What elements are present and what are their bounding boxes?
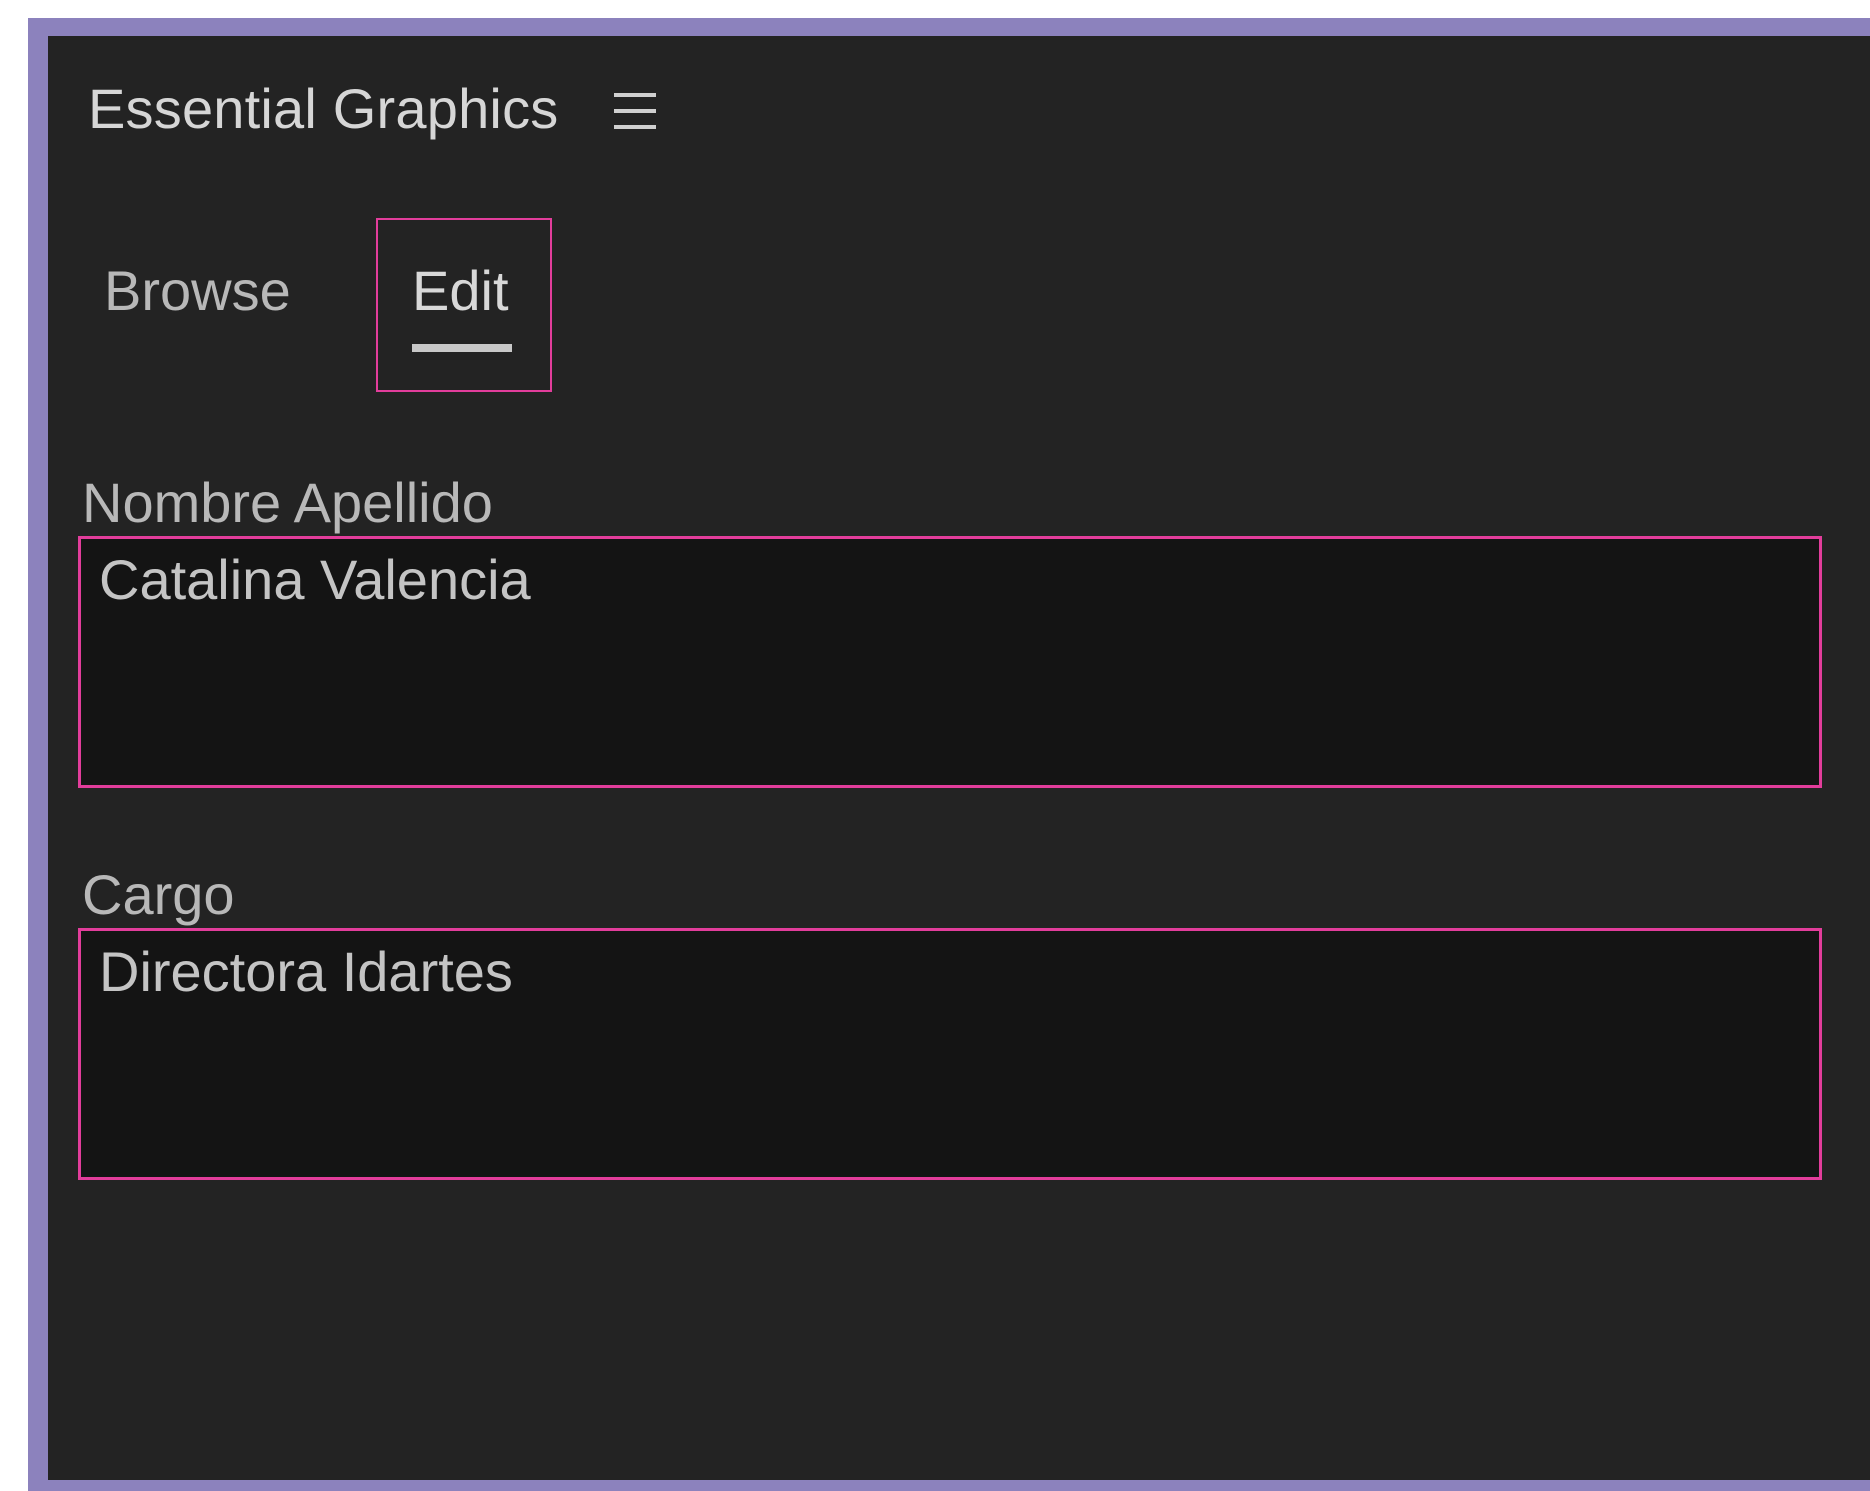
nombre-apellido-value: Catalina Valencia <box>99 548 531 611</box>
tab-edit[interactable]: Edit <box>376 218 552 392</box>
essential-graphics-panel: Essential Graphics Browse Edit Nombre Ap… <box>48 36 1870 1480</box>
cargo-value: Directora Idartes <box>99 940 513 1003</box>
nombre-apellido-field[interactable]: Catalina Valencia <box>78 536 1822 788</box>
hamburger-menu-icon[interactable] <box>614 91 658 131</box>
tab-edit-label: Edit <box>412 259 509 322</box>
tab-browse[interactable]: Browse <box>104 258 291 323</box>
active-tab-underline <box>412 344 512 352</box>
cargo-field[interactable]: Directora Idartes <box>78 928 1822 1180</box>
nombre-apellido-label: Nombre Apellido <box>82 471 493 534</box>
cargo-label: Cargo <box>82 863 235 926</box>
panel-title: Essential Graphics <box>88 77 559 140</box>
